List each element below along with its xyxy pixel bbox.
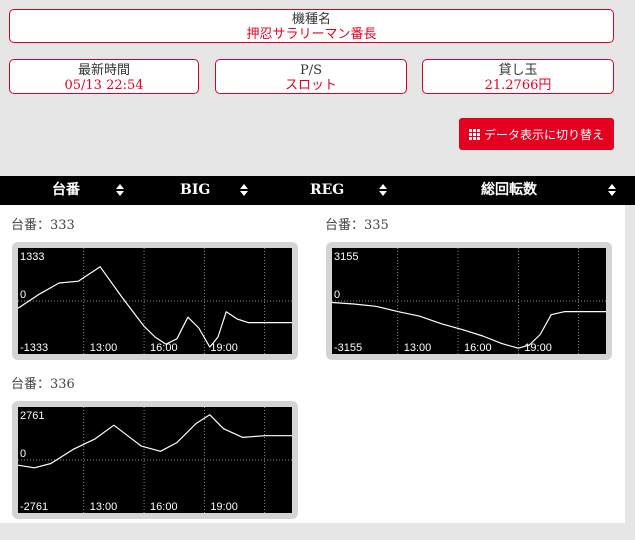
sort-unit-number-icon[interactable]: [116, 184, 124, 197]
y-max-label: 2761: [20, 410, 44, 422]
x-tick-label: 13:00: [404, 342, 432, 354]
ps-value: スロット: [284, 78, 337, 93]
chart-background: [18, 248, 292, 354]
column-total-spins[interactable]: 総回転数: [481, 176, 537, 205]
latest-time-value: 05/13 22:54: [64, 78, 144, 93]
grid-icon: [468, 128, 480, 140]
x-tick-label: 13:00: [90, 501, 118, 513]
sort-total-spins-icon[interactable]: [608, 184, 616, 197]
unit-title-333: 台番：333: [11, 218, 75, 233]
machine-name-value: 押忍サラリーマン番長: [246, 27, 377, 42]
y-max-label: 3155: [334, 251, 358, 263]
line-chart-336: 2761 0 -2761 13:00 16:00 19:00: [18, 407, 292, 513]
toggle-data-view-label: データ表示に切り替え: [483, 127, 604, 142]
unit-title-335: 台番：335: [325, 218, 389, 233]
y-zero-label: 0: [334, 289, 340, 301]
unit-chart-335[interactable]: 3155 0 -3155 13:00 16:00 19:00: [326, 242, 612, 360]
x-tick-label: 19:00: [524, 342, 552, 354]
rental-ball-label: 貸し玉: [498, 63, 538, 78]
table-header: 台番 BIG REG 総回転数: [0, 176, 635, 205]
chart-background: [18, 407, 292, 513]
y-zero-label: 0: [20, 448, 26, 460]
machine-name-box: 機種名 押忍サラリーマン番長: [9, 9, 614, 43]
rental-ball-box: 貸し玉 21.2766円: [422, 59, 614, 94]
machine-name-label: 機種名: [291, 12, 331, 27]
chart-background: [332, 248, 606, 354]
toggle-data-view-button[interactable]: データ表示に切り替え: [459, 118, 614, 150]
x-tick-label: 16:00: [464, 342, 492, 354]
x-tick-label: 16:00: [150, 501, 178, 513]
charts-panel: 台番：333 1333 0 -1333 13:00 16:00 19:00 台番：335 …: [0, 205, 625, 523]
sort-reg-icon[interactable]: [379, 184, 387, 197]
line-chart-333: 1333 0 -1333 13:00 16:00 19:00: [18, 248, 292, 354]
column-big[interactable]: BIG: [180, 176, 210, 205]
ps-label: P/S: [299, 63, 323, 78]
column-reg[interactable]: REG: [310, 176, 344, 205]
y-max-label: 1333: [20, 251, 44, 263]
y-zero-label: 0: [20, 289, 26, 301]
unit-title-336: 台番：336: [11, 377, 75, 392]
ps-box: P/S スロット: [215, 59, 407, 94]
x-tick-label: 13:00: [90, 342, 118, 354]
x-tick-label: 16:00: [150, 342, 178, 354]
x-tick-label: 19:00: [210, 501, 238, 513]
column-unit-number[interactable]: 台番: [52, 176, 80, 205]
rental-ball-value: 21.2766円: [484, 78, 552, 93]
y-min-label: -1333: [20, 342, 48, 354]
latest-time-label: 最新時間: [77, 63, 130, 78]
x-tick-label: 19:00: [210, 342, 238, 354]
y-min-label: -3155: [334, 342, 362, 354]
sort-big-icon[interactable]: [240, 184, 248, 197]
latest-time-box: 最新時間 05/13 22:54: [9, 59, 199, 94]
line-chart-335: 3155 0 -3155 13:00 16:00 19:00: [332, 248, 606, 354]
y-min-label: -2761: [20, 501, 48, 513]
unit-chart-333[interactable]: 1333 0 -1333 13:00 16:00 19:00: [12, 242, 298, 360]
unit-chart-336[interactable]: 2761 0 -2761 13:00 16:00 19:00: [12, 401, 298, 519]
